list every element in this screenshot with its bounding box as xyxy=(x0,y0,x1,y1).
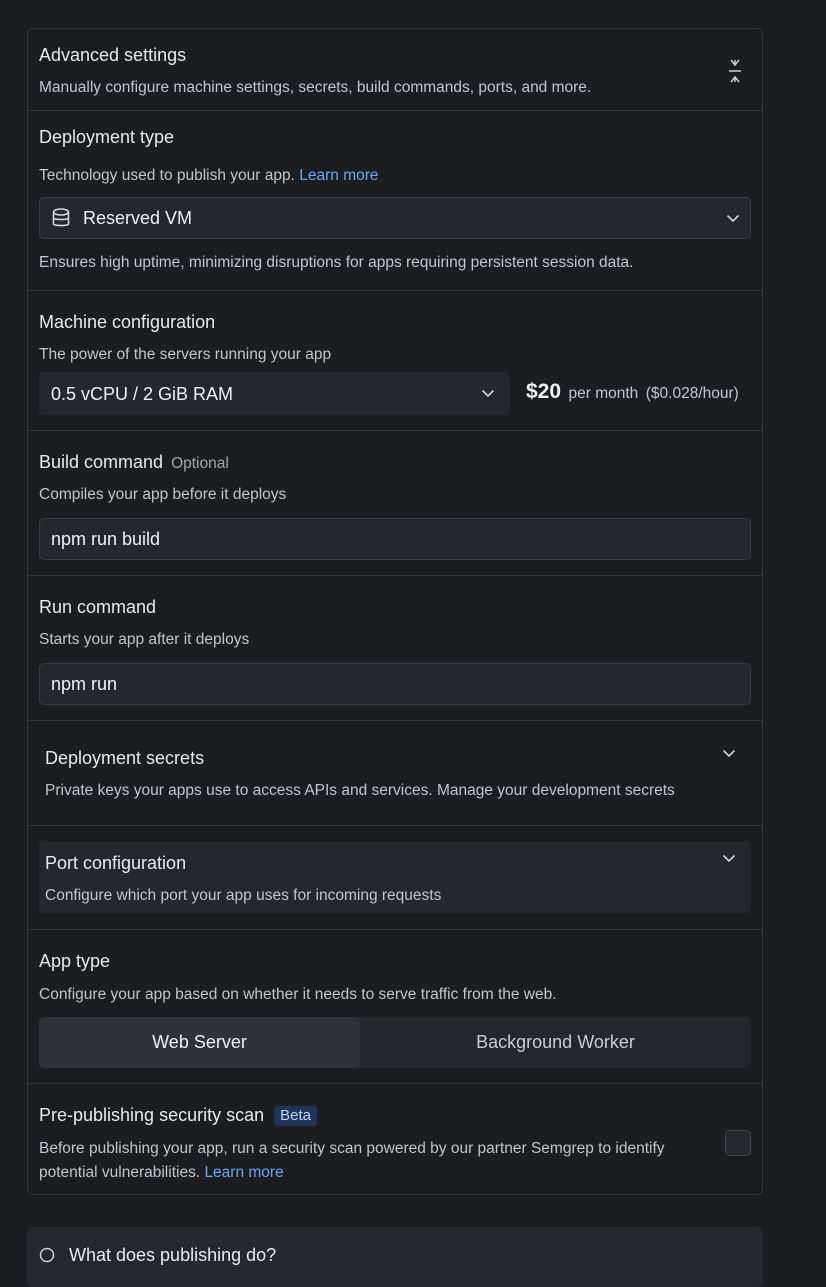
port-configuration-card[interactable]: Port configuration Configure which port … xyxy=(39,842,751,913)
security-scan-description-line1: Before publishing your app, run a securi… xyxy=(39,1140,665,1157)
app-type-section: App type Configure your app based on whe… xyxy=(28,930,762,1084)
machine-configuration-section: Machine configuration The power of the s… xyxy=(28,291,762,431)
app-type-title: App type xyxy=(39,951,111,971)
deployment-type-selected: Reserved VM xyxy=(83,208,193,228)
build-command-title: Build command Optional xyxy=(39,452,229,473)
collapse-icon[interactable] xyxy=(728,59,742,83)
deployment-type-section: Deployment type Technology used to publi… xyxy=(28,111,762,291)
price-period: per month xyxy=(568,385,639,402)
security-scan-section: Pre-publishing security scan Beta Before … xyxy=(28,1084,762,1194)
run-command-input[interactable]: npm run xyxy=(39,663,751,705)
deployment-secrets-title: Deployment secrets xyxy=(45,748,205,768)
deployment-secrets-description: Private keys your apps use to access API… xyxy=(45,782,675,799)
port-configuration-description: Configure which port your app uses for i… xyxy=(45,887,442,904)
machine-price: $20 per month ($0.028/hour) xyxy=(526,380,739,404)
run-command-description: Starts your app after it deploys xyxy=(39,631,250,648)
build-command-description: Compiles your app before it deploys xyxy=(39,486,287,503)
machine-configuration-selected: 0.5 vCPU / 2 GiB RAM xyxy=(51,384,234,404)
app-type-description: Configure your app based on whether it n… xyxy=(39,986,557,1003)
learn-more-link[interactable]: Learn more xyxy=(299,167,378,184)
optional-label: Optional xyxy=(171,455,229,472)
beta-badge: Beta xyxy=(274,1106,317,1126)
background-worker-option[interactable]: Background Worker xyxy=(360,1017,751,1068)
port-configuration-section: Port configuration Configure which port … xyxy=(28,826,762,930)
deployment-type-title: Deployment type xyxy=(39,127,175,147)
build-command-value: npm run build xyxy=(51,529,161,549)
deployment-secrets-section[interactable]: Deployment secrets Private keys your app… xyxy=(28,721,762,826)
chevron-down-icon xyxy=(481,389,495,398)
machine-configuration-select[interactable]: 0.5 vCPU / 2 GiB RAM xyxy=(39,372,510,415)
chevron-down-icon[interactable] xyxy=(722,854,736,863)
publishing-info-card[interactable]: What does publishing do? xyxy=(27,1227,763,1287)
deployment-type-select[interactable]: Reserved VM xyxy=(39,197,751,239)
chevron-down-icon xyxy=(726,214,740,223)
port-configuration-title: Port configuration xyxy=(45,853,187,873)
deployment-type-note: Ensures high uptime, minimizing disrupti… xyxy=(39,254,634,271)
advanced-settings-description: Manually configure machine settings, sec… xyxy=(39,79,592,96)
learn-more-link[interactable]: Learn more xyxy=(204,1164,283,1181)
database-icon xyxy=(52,208,70,227)
security-scan-description-line2: potential vulnerabilities. Learn more xyxy=(39,1164,284,1182)
advanced-settings-panel: Advanced settings Manually configure mac… xyxy=(27,28,763,1195)
run-command-value: npm run xyxy=(51,674,118,694)
machine-configuration-description: The power of the servers running your ap… xyxy=(39,346,332,363)
deployment-type-description-text: Technology used to publish your app. xyxy=(39,167,295,184)
build-command-label: Build command xyxy=(39,452,164,472)
machine-configuration-title: Machine configuration xyxy=(39,312,216,332)
run-command-title: Run command xyxy=(39,597,157,617)
build-command-input[interactable]: npm run build xyxy=(39,518,751,560)
app-type-toggle: Web Server Background Worker xyxy=(39,1017,751,1068)
advanced-settings-title: Advanced settings xyxy=(39,45,187,65)
web-server-option[interactable]: Web Server xyxy=(39,1017,360,1068)
info-icon xyxy=(39,1247,55,1263)
build-command-section: Build command Optional Compiles your app … xyxy=(28,431,762,576)
price-hourly: ($0.028/hour) xyxy=(645,385,739,402)
security-scan-description-text: potential vulnerabilities. xyxy=(39,1164,201,1181)
chevron-down-icon[interactable] xyxy=(722,749,736,758)
security-scan-checkbox[interactable] xyxy=(725,1130,751,1156)
security-scan-label: Pre-publishing security scan xyxy=(39,1105,265,1125)
price-amount: $20 xyxy=(526,380,562,403)
advanced-settings-header[interactable]: Advanced settings Manually configure mac… xyxy=(28,29,762,111)
security-scan-title: Pre-publishing security scan Beta xyxy=(39,1105,317,1126)
deployment-type-description: Technology used to publish your app. Lea… xyxy=(39,167,379,185)
run-command-section: Run command Starts your app after it dep… xyxy=(28,576,762,721)
